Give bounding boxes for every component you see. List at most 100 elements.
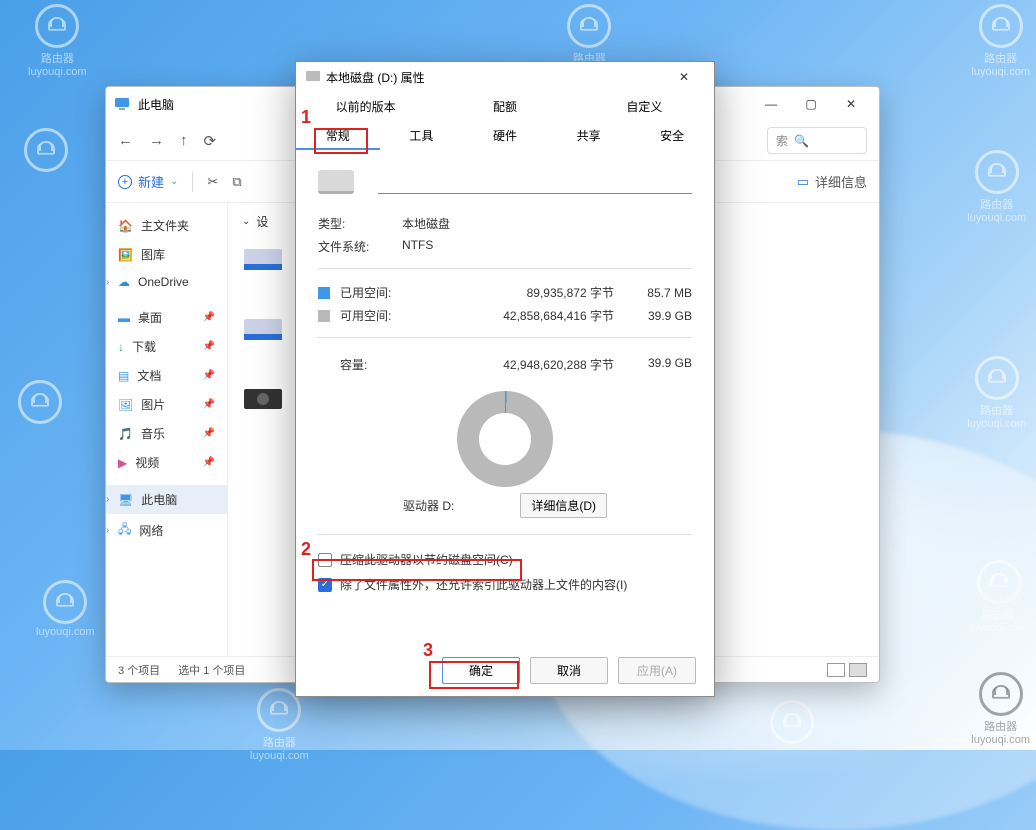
tab-custom[interactable]: 自定义: [575, 92, 714, 121]
sidebar-pictures[interactable]: 🖼 图片📌: [106, 390, 227, 419]
type-label: 类型:: [318, 215, 374, 232]
pc-icon: [114, 96, 130, 112]
minimize-button[interactable]: —: [751, 90, 791, 118]
capacity-bytes: 42,948,620,288 字节: [400, 356, 614, 373]
dialog-titlebar[interactable]: 本地磁盘 (D:) 属性 ✕: [296, 62, 714, 92]
general-tab-content: 类型:本地磁盘 文件系统:NTFS 已用空间: 89,935,872 字节 85…: [296, 150, 714, 607]
used-bytes: 89,935,872 字节: [408, 284, 614, 301]
home-icon: 🏠: [118, 219, 133, 233]
nav-back[interactable]: ←: [118, 132, 133, 150]
watermark: 路由器luyouqi.com: [967, 150, 1026, 224]
sidebar-videos[interactable]: ▶ 视频📌: [106, 448, 227, 477]
maximize-button[interactable]: ▢: [791, 90, 831, 118]
compress-row[interactable]: 压缩此驱动器以节约磁盘空间(C): [318, 547, 692, 572]
download-icon: ↓: [118, 340, 124, 354]
sidebar-gallery[interactable]: 🖼️ 图库: [106, 240, 227, 269]
watermark: 路由器luyouqi.com: [969, 560, 1028, 634]
network-icon: 🖧: [118, 520, 131, 541]
watermark: [18, 380, 62, 426]
lock-icon: [567, 4, 611, 48]
new-button[interactable]: + 新建 ⌄: [118, 172, 178, 191]
disk-details-button[interactable]: 详细信息(D): [520, 493, 607, 518]
compress-label: 压缩此驱动器以节约磁盘空间(C): [340, 551, 513, 568]
cancel-button[interactable]: 取消: [530, 657, 608, 684]
properties-dialog: 本地磁盘 (D:) 属性 ✕ 以前的版本 配额 自定义 常规 工具 硬件 共享 …: [295, 61, 715, 697]
pc-icon: 🖥: [118, 493, 133, 507]
sidebar-desktop[interactable]: ▬ 桌面📌: [106, 303, 227, 332]
tab-row-secondary: 以前的版本 配额 自定义: [296, 92, 714, 121]
free-swatch: [318, 310, 330, 322]
drive-e[interactable]: [242, 380, 284, 422]
sidebar-documents[interactable]: ▤ 文档📌: [106, 361, 227, 390]
status-count: 3 个项目: [118, 662, 160, 678]
lock-icon: [977, 560, 1021, 604]
video-icon: ▶: [118, 456, 127, 470]
index-checkbox[interactable]: ✓: [318, 578, 332, 592]
drive-icon: [318, 170, 354, 194]
free-label: 可用空间:: [340, 307, 400, 324]
chevron-right-icon[interactable]: ›: [106, 525, 109, 536]
tab-general[interactable]: 常规: [296, 121, 380, 150]
sidebar-downloads[interactable]: ↓ 下载📌: [106, 332, 227, 361]
used-human: 85.7 MB: [622, 286, 692, 300]
tab-previous-versions[interactable]: 以前的版本: [296, 92, 435, 121]
lock-icon: [24, 128, 68, 172]
lock-icon: [975, 356, 1019, 400]
lock-icon: [18, 380, 62, 424]
drive-c[interactable]: [242, 240, 284, 282]
tab-security[interactable]: 安全: [630, 121, 714, 150]
fs-value: NTFS: [402, 238, 433, 255]
watermark: 路由器luyouqi.com: [28, 4, 87, 78]
tab-sharing[interactable]: 共享: [547, 121, 631, 150]
copy-icon[interactable]: ⧉: [232, 174, 241, 190]
tab-row-primary: 常规 工具 硬件 共享 安全: [296, 121, 714, 150]
status-selected: 选中 1 个项目: [178, 662, 245, 678]
sidebar-home[interactable]: 🏠 主文件夹: [106, 211, 227, 240]
watermark: [770, 700, 814, 746]
capacity-label: 容量:: [318, 356, 392, 373]
tab-hardware[interactable]: 硬件: [463, 121, 547, 150]
drive-label: 驱动器 D:: [403, 497, 454, 514]
nav-refresh[interactable]: ⟳: [204, 132, 217, 150]
lock-icon: [979, 672, 1023, 716]
usage-donut: [457, 391, 553, 487]
tab-quota[interactable]: 配额: [435, 92, 574, 121]
watermark: 路由器luyouqi.com: [971, 4, 1030, 78]
sidebar-music[interactable]: 🎵 音乐📌: [106, 419, 227, 448]
free-bytes: 42,858,684,416 字节: [408, 307, 614, 324]
lock-icon: [979, 4, 1023, 48]
search-icon: 🔍: [794, 134, 809, 148]
dialog-buttons: 确定 取消 应用(A): [296, 647, 714, 696]
tab-tools[interactable]: 工具: [380, 121, 464, 150]
chevron-right-icon[interactable]: ›: [106, 277, 109, 288]
volume-label-input[interactable]: [378, 171, 692, 194]
document-icon: ▤: [118, 369, 129, 383]
close-button[interactable]: ✕: [831, 90, 871, 118]
watermark: 路由器luyouqi.com: [967, 356, 1026, 430]
apply-button[interactable]: 应用(A): [618, 657, 696, 684]
sidebar-network[interactable]: › 🖧 网络: [106, 514, 227, 547]
view-grid-button[interactable]: [849, 663, 867, 677]
index-row[interactable]: ✓ 除了文件属性外，还允许索引此驱动器上文件的内容(I): [318, 572, 692, 597]
view-list-button[interactable]: [827, 663, 845, 677]
type-value: 本地磁盘: [402, 215, 450, 232]
sidebar-onedrive[interactable]: › ☁ OneDrive: [106, 269, 227, 295]
search-input[interactable]: 索 🔍: [767, 127, 867, 154]
cut-icon[interactable]: ✂: [207, 174, 218, 190]
ok-button[interactable]: 确定: [442, 657, 520, 684]
watermark: 路由器luyouqi.com: [971, 672, 1030, 746]
free-human: 39.9 GB: [622, 309, 692, 323]
nav-up[interactable]: ↑: [180, 132, 188, 150]
close-button[interactable]: ✕: [664, 63, 704, 91]
index-label: 除了文件属性外，还允许索引此驱动器上文件的内容(I): [340, 576, 627, 593]
capacity-human: 39.9 GB: [622, 356, 692, 373]
compress-checkbox[interactable]: [318, 553, 332, 567]
chevron-right-icon[interactable]: ›: [106, 494, 109, 505]
music-icon: 🎵: [118, 427, 133, 441]
fs-label: 文件系统:: [318, 238, 374, 255]
sidebar: 🏠 主文件夹 🖼️ 图库 › ☁ OneDrive ▬ 桌面📌 ↓ 下载📌: [106, 203, 228, 656]
details-button[interactable]: 详细信息: [815, 172, 867, 191]
sidebar-thispc[interactable]: › 🖥 此电脑: [106, 485, 227, 514]
nav-forward[interactable]: →: [149, 132, 164, 150]
lock-icon: [35, 4, 79, 48]
